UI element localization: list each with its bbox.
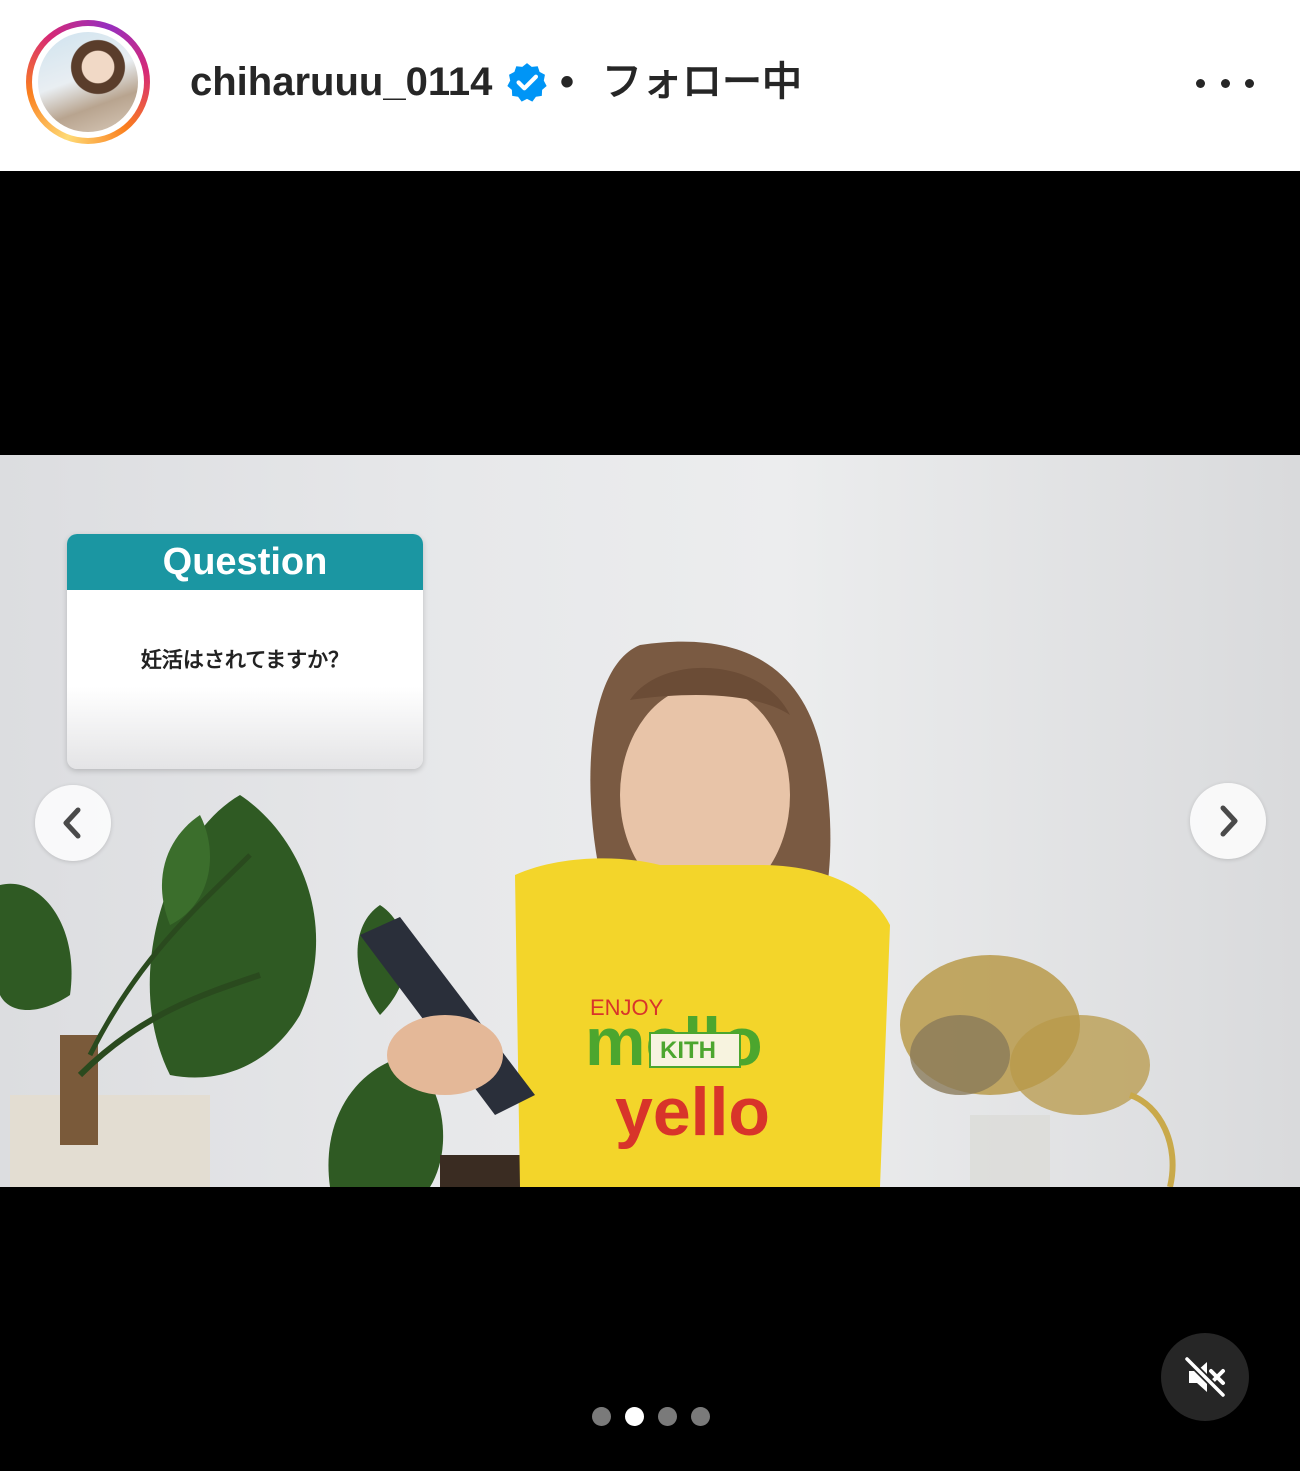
- muted-speaker-icon: [1184, 1356, 1226, 1398]
- question-card-title: Question: [67, 534, 423, 590]
- separator-dot: •: [560, 60, 575, 104]
- question-card-text: 妊活はされてますか？: [140, 648, 350, 672]
- more-dot: [1196, 78, 1205, 88]
- more-options-icon[interactable]: [1196, 60, 1254, 106]
- carousel-indicator: [592, 1405, 710, 1427]
- chevron-right-icon: [1220, 805, 1238, 837]
- carousel-dot: [691, 1406, 710, 1426]
- more-dot: [1245, 78, 1254, 88]
- next-slide-button[interactable]: [1190, 783, 1266, 859]
- verified-badge-icon: [507, 63, 547, 102]
- more-dot: [1220, 78, 1230, 88]
- avatar[interactable]: [38, 32, 138, 132]
- carousel-dot: [592, 1406, 611, 1426]
- mute-toggle-button[interactable]: [1161, 1333, 1249, 1421]
- shirt-text-yello: yello: [615, 1074, 770, 1150]
- shirt-text-kith: KITH: [660, 1037, 716, 1064]
- avatar-story-ring[interactable]: [26, 20, 150, 144]
- carousel-dot-active: [625, 1406, 644, 1426]
- chevron-left-icon: [63, 807, 81, 839]
- previous-slide-button[interactable]: [35, 785, 111, 861]
- carousel-dot: [658, 1406, 677, 1426]
- avatar-frame: [32, 26, 144, 138]
- question-card: Question 妊活はされてますか？: [67, 534, 423, 769]
- post-header: chiharuuu_0114 • フォロー中: [0, 0, 1300, 171]
- video-frame: ENJOY mello KITH yello Question 妊活はされてます…: [0, 455, 1300, 1187]
- following-button[interactable]: フォロー中: [602, 56, 802, 108]
- username-link[interactable]: chiharuuu_0114: [190, 56, 492, 108]
- post-media[interactable]: ENJOY mello KITH yello Question 妊活はされてます…: [0, 171, 1300, 1471]
